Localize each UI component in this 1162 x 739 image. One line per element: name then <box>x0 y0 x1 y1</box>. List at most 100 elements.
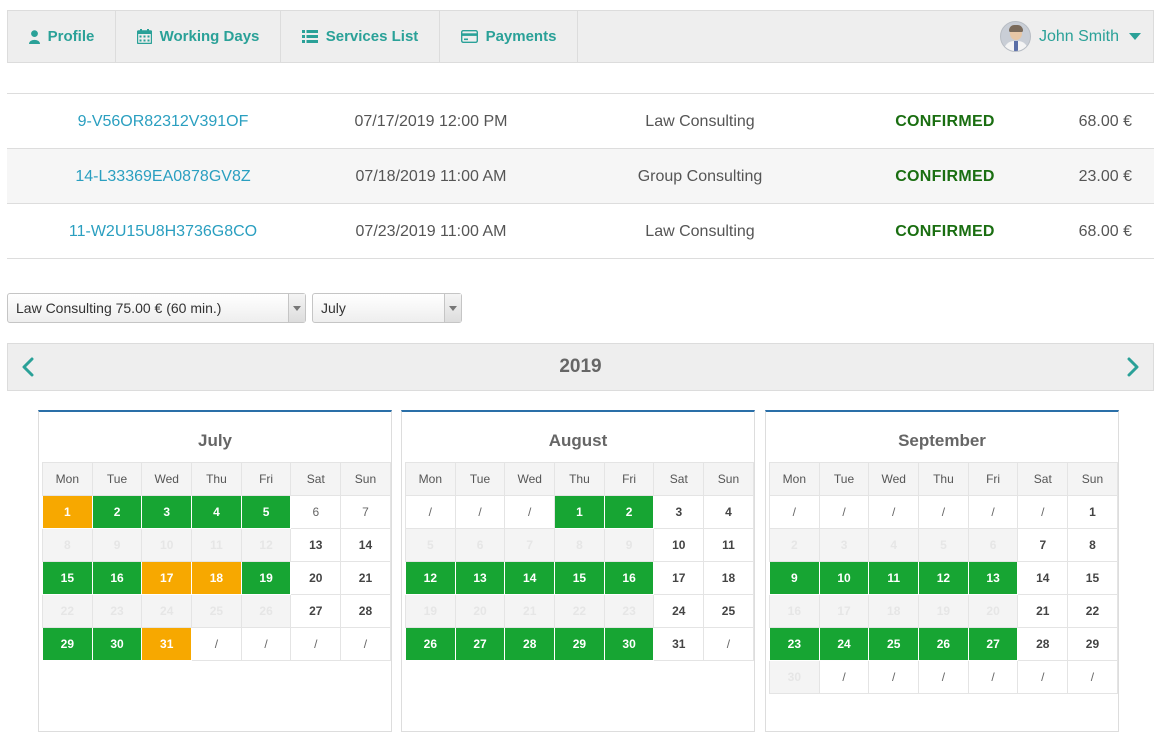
calendar-day-disabled: 8 <box>554 528 605 562</box>
month-select-value: July <box>321 300 346 316</box>
booking-date: 07/18/2019 11:00 AM <box>355 168 507 185</box>
calendar-day-booked[interactable]: 31 <box>141 627 193 661</box>
calendar-empty-cell: / <box>868 660 920 694</box>
calendar-week-row: 19 20 21 22 23 24 25 <box>405 594 754 628</box>
calendar-day-disabled: 10 <box>141 528 193 562</box>
calendar-icon <box>136 29 152 44</box>
chevron-right-icon[interactable] <box>1123 357 1141 377</box>
calendar-empty-cell: / <box>504 495 556 529</box>
booking-id-link[interactable]: 11-W2U15U8H3736G8CO <box>7 204 319 259</box>
booking-id-link[interactable]: 14-L33369EA0878GV8Z <box>7 149 319 204</box>
nav-tab-label: Working Days <box>159 28 260 45</box>
calendar-day: 6 <box>290 495 342 529</box>
booking-id-link[interactable]: 9-V56OR82312V391OF <box>7 94 319 149</box>
calendar-day-disabled: 26 <box>240 594 292 628</box>
weekday-header: Sat <box>653 462 705 496</box>
calendar-day-available[interactable]: 13 <box>454 561 506 595</box>
calendar-day-available[interactable]: 3 <box>141 495 193 529</box>
calendar-day-available[interactable]: 10 <box>818 561 870 595</box>
calendar-day-available[interactable]: 27 <box>454 627 506 661</box>
calendar-day: 21 <box>1017 594 1069 628</box>
calendar-day-available[interactable]: 16 <box>91 561 143 595</box>
nav-tab-profile[interactable]: Profile <box>8 11 116 62</box>
calendar-empty-cell: / <box>405 495 456 529</box>
nav-tab-label: Services List <box>325 28 419 45</box>
weekday-header: Thu <box>918 462 969 496</box>
calendar-empty-cell: / <box>1017 495 1069 529</box>
calendar-day-available[interactable]: 30 <box>603 627 655 661</box>
calendar-day-available[interactable]: 1 <box>554 495 605 529</box>
calendar-day-available[interactable]: 12 <box>918 561 969 595</box>
calendar-empty-cell: / <box>769 495 820 529</box>
calendar-day: 29 <box>1067 627 1118 661</box>
nav-tab-payments[interactable]: Payments <box>440 11 578 62</box>
calendar-day-available[interactable]: 4 <box>191 495 242 529</box>
calendar-day-disabled: 4 <box>868 528 920 562</box>
service-select-value: Law Consulting 75.00 € (60 min.) <box>16 300 222 316</box>
month-select[interactable]: July <box>312 293 462 323</box>
status-badge: CONFIRMED <box>895 223 995 240</box>
nav-tab-working-days[interactable]: Working Days <box>116 11 281 62</box>
calendar-day-available[interactable]: 29 <box>554 627 605 661</box>
calendar-day-booked[interactable]: 17 <box>141 561 193 595</box>
calendar-day-available[interactable]: 12 <box>405 561 456 595</box>
calendar-day-disabled: 22 <box>42 594 93 628</box>
nav-tab-services-list[interactable]: Services List <box>281 11 440 62</box>
calendar-day-available[interactable]: 14 <box>504 561 556 595</box>
calendar-day-disabled: 9 <box>91 528 143 562</box>
weekday-header: Sun <box>1067 462 1118 496</box>
calendar-day-available[interactable]: 24 <box>818 627 870 661</box>
user-menu[interactable]: John Smith <box>999 21 1141 52</box>
calendar-day-available[interactable]: 16 <box>603 561 655 595</box>
calendar-day: 10 <box>653 528 705 562</box>
calendar-day-booked[interactable]: 18 <box>191 561 242 595</box>
calendar-day-available[interactable]: 19 <box>240 561 292 595</box>
calendar-day-available[interactable]: 23 <box>769 627 820 661</box>
calendar-day-available[interactable]: 2 <box>603 495 655 529</box>
calendar-day: 28 <box>1017 627 1069 661</box>
calendar-day-available[interactable]: 5 <box>240 495 292 529</box>
calendar-day-booked[interactable]: 1 <box>42 495 93 529</box>
weekday-header: Sat <box>290 462 342 496</box>
calendar-day-available[interactable]: 13 <box>967 561 1019 595</box>
weekday-header: Thu <box>191 462 242 496</box>
calendar-day-available[interactable]: 27 <box>967 627 1019 661</box>
calendar-day: 22 <box>1067 594 1118 628</box>
calendar-day-available[interactable]: 30 <box>91 627 143 661</box>
calendar-day-available[interactable]: 11 <box>868 561 920 595</box>
booking-service: Law Consulting <box>645 113 755 130</box>
calendar-day-available[interactable]: 26 <box>918 627 969 661</box>
calendar-day-available[interactable]: 9 <box>769 561 820 595</box>
calendar-day-available[interactable]: 26 <box>405 627 456 661</box>
calendar-day-disabled: 30 <box>769 660 820 694</box>
weekday-header: Wed <box>504 462 556 496</box>
weekday-header: Wed <box>868 462 920 496</box>
calendar-week-row: 1234567 <box>42 495 391 529</box>
calendar-day-available[interactable]: 15 <box>42 561 93 595</box>
table-row: 14-L33369EA0878GV8Z 07/18/2019 11:00 AM … <box>7 149 1154 204</box>
avatar <box>999 21 1031 52</box>
bookings-table: 9-V56OR82312V391OF 07/17/2019 12:00 PM L… <box>7 93 1154 259</box>
calendar-day: 13 <box>290 528 342 562</box>
month-calendar: July Mon Tue Wed Thu Fri Sat Sun 1 2 3 4 5 6 7 8 9 10 11 1… <box>38 410 392 732</box>
calendar-day-disabled: 21 <box>504 594 556 628</box>
status-badge: CONFIRMED <box>895 168 995 185</box>
calendar-day: 1 <box>1067 495 1118 529</box>
calendar-day: 24 <box>653 594 705 628</box>
service-select[interactable]: Law Consulting 75.00 € (60 min.) <box>7 293 306 323</box>
calendar-week-row: 2345678 <box>769 528 1118 562</box>
weekday-header: Fri <box>603 462 655 496</box>
calendar-week-row: 5 6 7 8 9 10 11 <box>405 528 754 562</box>
weekday-header: Sun <box>340 462 391 496</box>
dropdown-arrow-icon <box>444 294 461 322</box>
year-navigation: 2019 <box>7 343 1154 391</box>
calendar-day-available[interactable]: 28 <box>504 627 556 661</box>
calendar-day-disabled: 6 <box>454 528 506 562</box>
weekday-header: Sat <box>1017 462 1069 496</box>
calendar-day-available[interactable]: 25 <box>868 627 920 661</box>
credit-card-icon <box>460 30 478 43</box>
calendar-day-available[interactable]: 15 <box>554 561 605 595</box>
calendar-day-disabled: 22 <box>554 594 605 628</box>
calendar-day-available[interactable]: 29 <box>42 627 93 661</box>
calendar-day-available[interactable]: 2 <box>91 495 143 529</box>
